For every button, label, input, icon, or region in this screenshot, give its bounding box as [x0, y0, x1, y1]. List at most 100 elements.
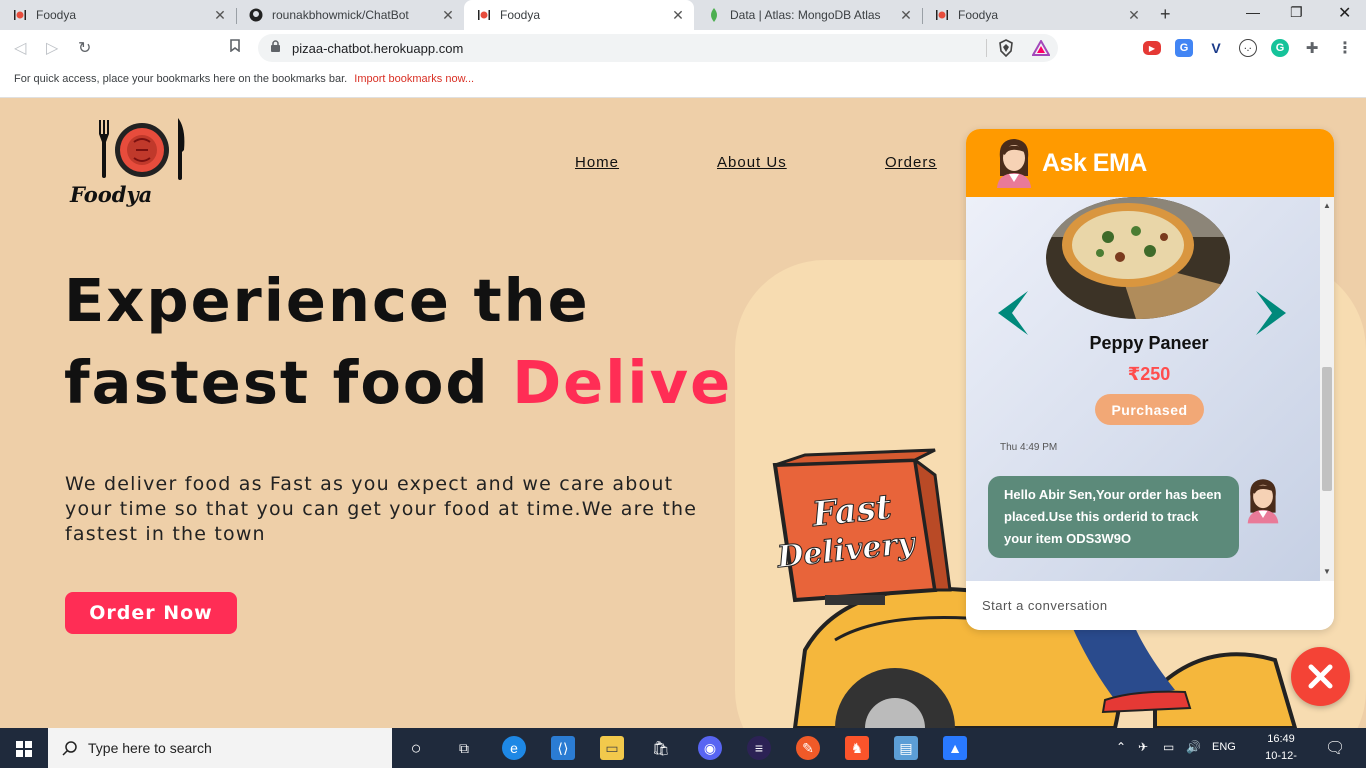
- assistant-avatar: [997, 139, 1031, 188]
- chat-scrollbar[interactable]: ▲ ▼: [1320, 197, 1334, 581]
- close-icon: [1308, 664, 1333, 689]
- grammarly-icon[interactable]: G: [1271, 39, 1289, 57]
- file-explorer-icon[interactable]: ▭: [600, 736, 624, 760]
- brave-rewards-icon[interactable]: [1032, 40, 1050, 56]
- chat-widget: Ask EMA Peppy Paneer ₹250 Purchased Thu …: [966, 129, 1334, 630]
- close-tab-icon[interactable]: ✕: [440, 7, 456, 24]
- close-tab-icon[interactable]: ✕: [212, 7, 228, 24]
- close-tab-icon[interactable]: ✕: [1126, 7, 1142, 24]
- battery-icon[interactable]: ▭: [1163, 740, 1174, 754]
- vscode-icon[interactable]: ⟨⟩: [551, 736, 575, 760]
- system-clock[interactable]: 16:49 10-12-2020: [1258, 731, 1304, 768]
- hero-heading-plain: fastest food: [64, 348, 513, 417]
- chat-title: Ask EMA: [1042, 149, 1147, 177]
- pizza-product-image: [1046, 197, 1230, 319]
- forward-icon[interactable]: ▷: [46, 38, 58, 58]
- windows-taskbar: Type here to search ○ ⧉ e ⟨⟩ ▭ 🛍 ◉ ≡ ✎ ♞…: [0, 728, 1366, 768]
- scrollbar-thumb[interactable]: [1322, 367, 1332, 491]
- back-icon[interactable]: ◁: [14, 38, 26, 58]
- microsoft-store-icon[interactable]: 🛍: [649, 736, 673, 760]
- mongodb-leaf-icon: [706, 7, 722, 23]
- volume-icon[interactable]: 🔊: [1186, 740, 1201, 754]
- browser-tab-bar: Foodya ✕ rounakbhowmick/ChatBot ✕ Foodya…: [0, 0, 1366, 30]
- windows-start-icon[interactable]: [0, 728, 48, 768]
- browser-tab[interactable]: Foodya ✕: [922, 0, 1150, 30]
- message-timestamp: Thu 4:49 PM: [1000, 442, 1058, 453]
- clock-time: 16:49: [1267, 733, 1295, 745]
- network-icon[interactable]: ✈: [1138, 740, 1148, 754]
- hero-heading-line1: Experience the: [64, 266, 590, 335]
- purchased-button[interactable]: Purchased: [1095, 394, 1204, 425]
- postman-icon[interactable]: ✎: [796, 736, 820, 760]
- github-icon: [248, 7, 264, 23]
- tab-title: rounakbhowmick/ChatBot: [272, 8, 409, 22]
- menu-kebab-icon[interactable]: ⋮: [1336, 39, 1354, 57]
- bookmark-icon[interactable]: [230, 39, 240, 55]
- restore-icon[interactable]: ❐: [1290, 4, 1303, 21]
- window-close-icon[interactable]: ✕: [1338, 3, 1351, 23]
- product-price: ₹250: [1127, 364, 1171, 384]
- logo-text: Foodya: [70, 182, 153, 207]
- tab-title: Foodya: [36, 8, 77, 22]
- address-bar[interactable]: pizaa-chatbot.herokuapp.com: [258, 34, 1058, 62]
- chat-messages: Peppy Paneer ₹250 Purchased Thu 4:49 PM …: [966, 197, 1320, 581]
- task-view-icon[interactable]: ⧉: [452, 736, 476, 760]
- scroll-down-icon[interactable]: ▼: [1323, 567, 1331, 576]
- illustration-text-fast: Fast: [809, 487, 893, 535]
- browser-tab-active[interactable]: Foodya ✕: [464, 0, 694, 30]
- taskbar-search[interactable]: Type here to search: [48, 728, 392, 768]
- notifications-icon[interactable]: 🗨: [1325, 738, 1345, 758]
- close-chat-button[interactable]: [1291, 647, 1350, 706]
- hero-heading-line2: fastest food Delivery: [64, 348, 804, 417]
- browser-toolbar: ◁ ▷ ↻ pizaa-chatbot.herokuapp.com ▶ G V …: [0, 30, 1366, 66]
- browser-tab[interactable]: Data | Atlas: MongoDB Atlas ✕: [694, 0, 922, 30]
- tray-expand-icon[interactable]: ⌃: [1116, 740, 1126, 754]
- divider: [986, 39, 987, 57]
- nav-orders[interactable]: Orders: [885, 154, 937, 171]
- carousel-next-icon[interactable]: [1252, 289, 1296, 337]
- foodya-favicon: [934, 7, 950, 23]
- url-text: pizaa-chatbot.herokuapp.com: [292, 41, 464, 56]
- nav-about-us[interactable]: About Us: [717, 154, 787, 171]
- google-translate-icon[interactable]: G: [1175, 39, 1193, 57]
- vpn-extension-icon[interactable]: V: [1207, 39, 1225, 57]
- browser-tab[interactable]: Foodya ✕: [0, 0, 236, 30]
- bot-message-bubble: Hello Abir Sen,Your order has been place…: [988, 476, 1239, 558]
- chat-input[interactable]: [966, 581, 1334, 630]
- tab-title: Data | Atlas: MongoDB Atlas: [730, 8, 881, 22]
- close-tab-icon[interactable]: ✕: [670, 7, 686, 24]
- search-icon: [62, 741, 77, 756]
- language-indicator[interactable]: ENG: [1212, 741, 1236, 753]
- scroll-up-icon[interactable]: ▲: [1323, 201, 1331, 210]
- notes-app-icon[interactable]: ▤: [894, 736, 918, 760]
- youtube-extension-icon[interactable]: ▶: [1143, 41, 1161, 55]
- product-name: Peppy Paneer: [1089, 333, 1209, 353]
- bookmarks-hint: For quick access, place your bookmarks h…: [14, 73, 348, 85]
- bookmarks-bar: For quick access, place your bookmarks h…: [0, 66, 1366, 98]
- search-placeholder: Type here to search: [88, 740, 212, 756]
- order-now-button[interactable]: Order Now: [65, 592, 237, 634]
- close-tab-icon[interactable]: ✕: [898, 7, 914, 24]
- nav-home[interactable]: Home: [575, 154, 619, 171]
- assistant-avatar-small: [1247, 479, 1279, 524]
- reload-icon[interactable]: ↻: [78, 38, 91, 58]
- brave-shield-icon[interactable]: [998, 39, 1014, 57]
- extension-circle-icon[interactable]: ·.·: [1239, 39, 1257, 57]
- import-bookmarks-link[interactable]: Import bookmarks now...: [354, 73, 474, 85]
- new-tab-plus-icon[interactable]: +: [1160, 4, 1171, 25]
- carousel-prev-icon[interactable]: [988, 289, 1032, 337]
- foodya-favicon: [476, 7, 492, 23]
- minimize-icon[interactable]: —: [1246, 4, 1260, 20]
- extensions-puzzle-icon[interactable]: ✚: [1303, 39, 1321, 57]
- cortana-icon[interactable]: ○: [404, 736, 428, 760]
- brave-browser-icon[interactable]: ♞: [845, 736, 869, 760]
- edge-icon[interactable]: e: [502, 736, 526, 760]
- eclipse-icon[interactable]: ≡: [747, 736, 771, 760]
- tab-title: Foodya: [500, 8, 541, 22]
- discord-icon[interactable]: ◉: [698, 736, 722, 760]
- browser-tab[interactable]: rounakbhowmick/ChatBot ✕: [236, 0, 464, 30]
- clock-date: 10-12-2020: [1265, 750, 1297, 768]
- tab-title: Foodya: [958, 8, 999, 22]
- chat-header: Ask EMA: [966, 129, 1334, 197]
- photos-icon[interactable]: ▲: [943, 736, 967, 760]
